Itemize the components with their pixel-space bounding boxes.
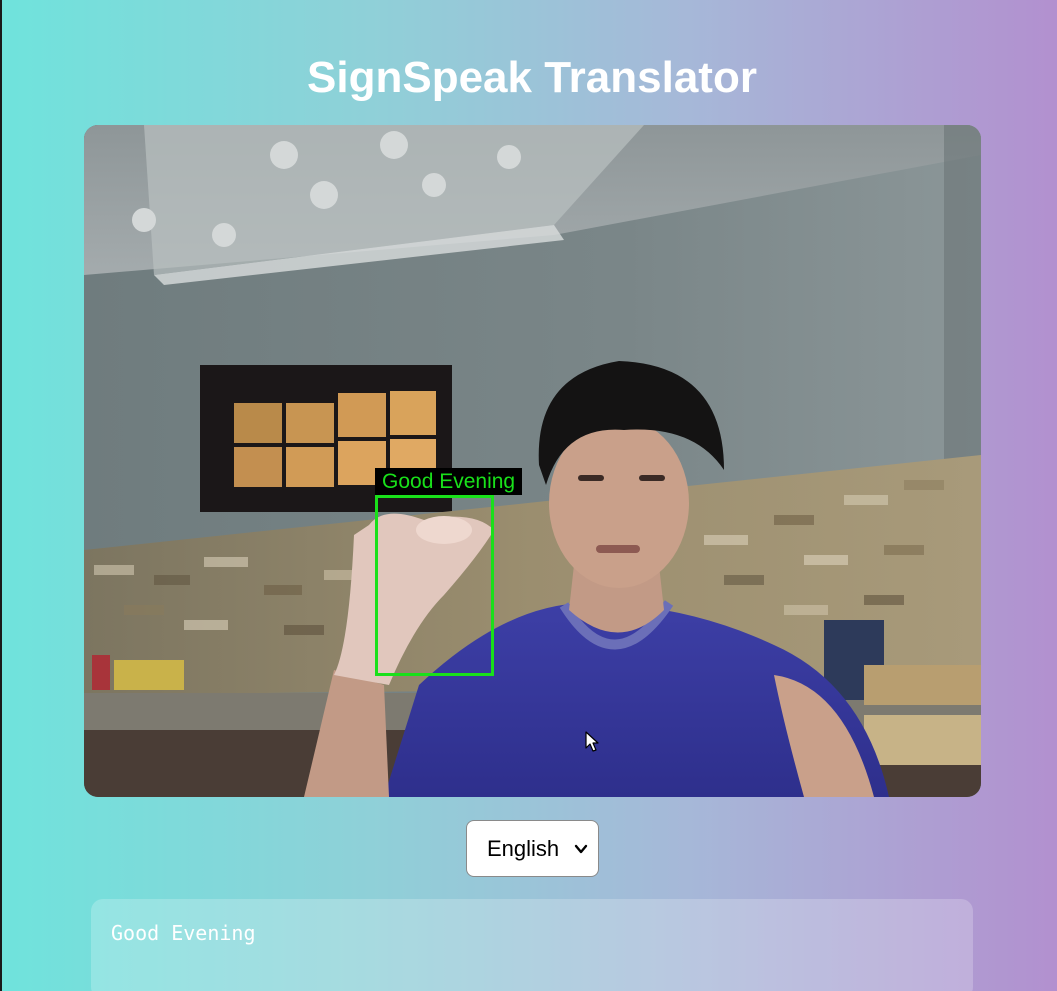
camera-image: [84, 125, 981, 797]
webcam-feed: Good Evening: [84, 125, 981, 797]
mouse-pointer-icon: [585, 731, 599, 752]
detection-bounding-box: [375, 495, 494, 676]
translation-output-panel: Good Evening: [91, 899, 973, 991]
language-select-value: English: [487, 836, 560, 861]
chevron-down-icon: [574, 844, 588, 854]
window-edge: [0, 0, 2, 991]
page-title: SignSpeak Translator: [307, 53, 757, 102]
language-select[interactable]: English: [466, 820, 599, 877]
detection-label: Good Evening: [375, 468, 523, 495]
translation-output-text: Good Evening: [111, 921, 256, 945]
